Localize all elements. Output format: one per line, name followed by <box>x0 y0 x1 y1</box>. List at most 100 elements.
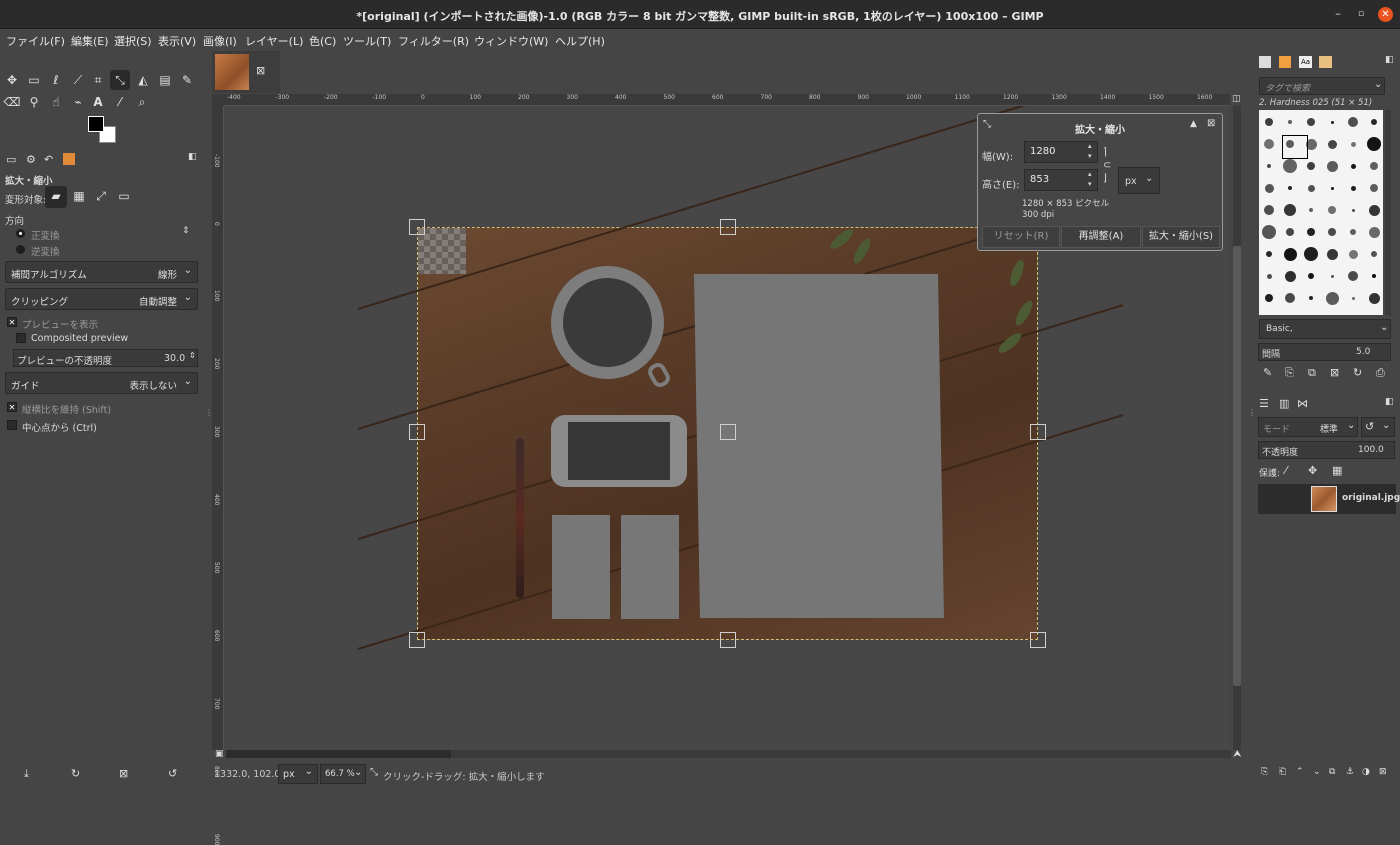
menu-tools[interactable]: ツール(T) <box>343 33 391 49</box>
brush-thumbnail[interactable] <box>1264 183 1274 193</box>
transform-layer-icon[interactable]: ▰ <box>45 186 67 208</box>
text-icon[interactable]: A <box>88 92 108 112</box>
handle-center[interactable] <box>720 424 736 440</box>
color-picker-icon[interactable]: ⁄ <box>110 92 130 112</box>
new-brush-icon[interactable]: ⎘ <box>1285 366 1294 380</box>
brush-thumbnail[interactable] <box>1328 206 1336 214</box>
rect-select-icon[interactable]: ▭ <box>24 70 44 90</box>
layer-row[interactable]: original.jpg <box>1258 484 1400 514</box>
preview-opacity-slider[interactable]: プレビューの不透明度 30.0 ⇕ <box>13 349 198 367</box>
menu-select[interactable]: 選択(S) <box>114 33 152 49</box>
navigate-icon[interactable]: ⮝ <box>1233 749 1242 760</box>
brush-thumbnail[interactable] <box>1350 163 1356 169</box>
direction-normal-radio[interactable] <box>16 229 25 238</box>
undo-history-tab-icon[interactable]: ↶ <box>44 153 53 166</box>
brush-thumbnail[interactable] <box>1265 294 1273 302</box>
close-icon[interactable]: ⊠ <box>1207 118 1215 129</box>
menu-filters[interactable]: フィルター(R) <box>398 33 469 49</box>
brush-thumbnail[interactable] <box>1351 208 1355 212</box>
layer-opacity-slider[interactable]: 不透明度 100.0 <box>1258 441 1395 459</box>
move-icon[interactable]: ✥ <box>2 70 22 90</box>
lasso-icon[interactable]: ℓ <box>46 70 66 90</box>
layers-tab-icon[interactable]: ☰ <box>1259 397 1269 410</box>
brush-thumbnail[interactable] <box>1307 184 1315 192</box>
brush-thumbnail[interactable] <box>1286 228 1294 236</box>
transform-image-icon[interactable]: ▭ <box>114 186 134 206</box>
paths-icon[interactable]: ⌁ <box>68 92 88 112</box>
brush-thumbnail[interactable] <box>1325 291 1339 305</box>
new-layer-icon[interactable]: ⎗ <box>1279 767 1286 777</box>
paths-tab-icon[interactable]: ⋈ <box>1297 397 1308 410</box>
device-status-tab-icon[interactable]: ⚙ <box>26 153 36 166</box>
brush-thumbnail[interactable] <box>1288 186 1292 190</box>
brush-thumbnail[interactable] <box>1350 185 1356 191</box>
lock-pixels-icon[interactable]: ⁄ <box>1285 464 1287 477</box>
chevron-down-icon[interactable]: ⌄ <box>354 767 362 778</box>
menu-layer[interactable]: レイヤー(L) <box>245 33 303 49</box>
brush-thumbnail[interactable] <box>1327 139 1337 149</box>
vertical-ruler[interactable]: -100 0 100 200 300 400 500 600 700 800 900 <box>212 106 224 845</box>
brush-thumbnail[interactable] <box>1372 274 1376 278</box>
delete-layer-icon[interactable]: ⊠ <box>1379 767 1387 777</box>
close-button[interactable]: ✕ <box>1378 7 1393 22</box>
unit-selector[interactable]: px ⌄ <box>278 764 318 784</box>
brush-thumbnail[interactable] <box>1284 270 1296 282</box>
brush-thumbnail[interactable] <box>1368 292 1380 304</box>
from-center-checkbox[interactable] <box>7 420 17 430</box>
brush-thumbnail[interactable] <box>1368 204 1380 216</box>
reset-button[interactable]: リセット(R) <box>982 226 1060 248</box>
brush-thumbnail[interactable] <box>1326 248 1338 260</box>
menu-help[interactable]: ヘルプ(H) <box>555 33 605 49</box>
dock-menu-icon[interactable]: ◧ <box>1385 397 1394 407</box>
brush-thumbnail[interactable] <box>1266 273 1272 279</box>
clone-icon[interactable]: ⚲ <box>24 92 44 112</box>
unit-combo[interactable]: px ⌄ <box>1118 167 1160 194</box>
handle-left[interactable] <box>409 424 425 440</box>
brush-thumbnail[interactable] <box>1368 226 1380 238</box>
brush-thumbnail[interactable] <box>1284 204 1296 216</box>
brush-thumbnail[interactable] <box>1267 164 1271 168</box>
zoom-icon[interactable]: ⌕ <box>132 92 152 112</box>
channels-tab-icon[interactable]: ▥ <box>1279 397 1289 410</box>
delete-options-icon[interactable]: ⊠ <box>119 767 128 780</box>
chain-link-icon[interactable]: ⌉ ⊂ ⌋ <box>1103 146 1111 185</box>
direction-reverse-radio[interactable] <box>16 245 25 254</box>
fonts-tab-icon[interactable]: Aa <box>1299 56 1312 68</box>
restore-options-icon[interactable]: ↻ <box>71 767 80 780</box>
brush-thumbnail[interactable] <box>1371 251 1377 257</box>
document-history-tab-icon[interactable] <box>1319 56 1332 68</box>
dock-menu-icon[interactable]: ◧ <box>188 152 197 162</box>
brush-scrollbar[interactable] <box>1385 110 1391 315</box>
maximize-button[interactable]: ▫ <box>1353 6 1369 22</box>
duplicate-layer-icon[interactable]: ⧉ <box>1329 767 1335 777</box>
guides-combo[interactable]: ガイド 表示しない ⌄ <box>5 372 198 394</box>
open-brush-icon[interactable]: ⎙ <box>1376 366 1385 380</box>
width-field[interactable]: 1280 <box>1024 141 1098 163</box>
show-preview-checkbox[interactable]: ✕ <box>7 317 17 327</box>
brush-thumbnail[interactable] <box>1326 160 1338 172</box>
menu-view[interactable]: 表示(V) <box>158 33 196 49</box>
composited-preview-checkbox[interactable] <box>16 333 26 343</box>
handle-right[interactable] <box>1030 424 1046 440</box>
brush-thumbnail[interactable] <box>1307 162 1315 170</box>
selected-brush[interactable] <box>1282 135 1308 159</box>
save-options-icon[interactable]: ⤓ <box>24 767 29 781</box>
menu-edit[interactable]: 編集(E) <box>71 33 109 49</box>
bucket-icon[interactable]: ◭ <box>133 70 153 90</box>
minimize-button[interactable]: – <box>1330 6 1346 22</box>
eraser-icon[interactable]: ⌫ <box>2 92 22 112</box>
quick-mask-icon[interactable]: ▣ <box>215 749 224 759</box>
brush-thumbnail[interactable] <box>1350 229 1356 235</box>
transform-path-icon[interactable]: ⤢ <box>91 186 111 206</box>
anchor-layer-icon[interactable]: ⚓ <box>1346 767 1354 777</box>
layer-mode-combo[interactable]: モード 標準 ⌄ <box>1258 417 1358 437</box>
brush-thumbnail[interactable] <box>1283 247 1297 261</box>
handle-bottom[interactable] <box>720 632 736 648</box>
patterns-tab-icon[interactable] <box>1279 56 1291 68</box>
handle-top-left[interactable] <box>409 219 425 235</box>
spacing-slider[interactable]: 間隔 5.0 <box>1258 343 1391 361</box>
brush-grid[interactable] <box>1259 110 1383 315</box>
delete-brush-icon[interactable]: ⊠ <box>1330 366 1339 379</box>
brush-thumbnail[interactable] <box>1264 139 1274 149</box>
readjust-button[interactable]: 再調整(A) <box>1061 226 1141 248</box>
